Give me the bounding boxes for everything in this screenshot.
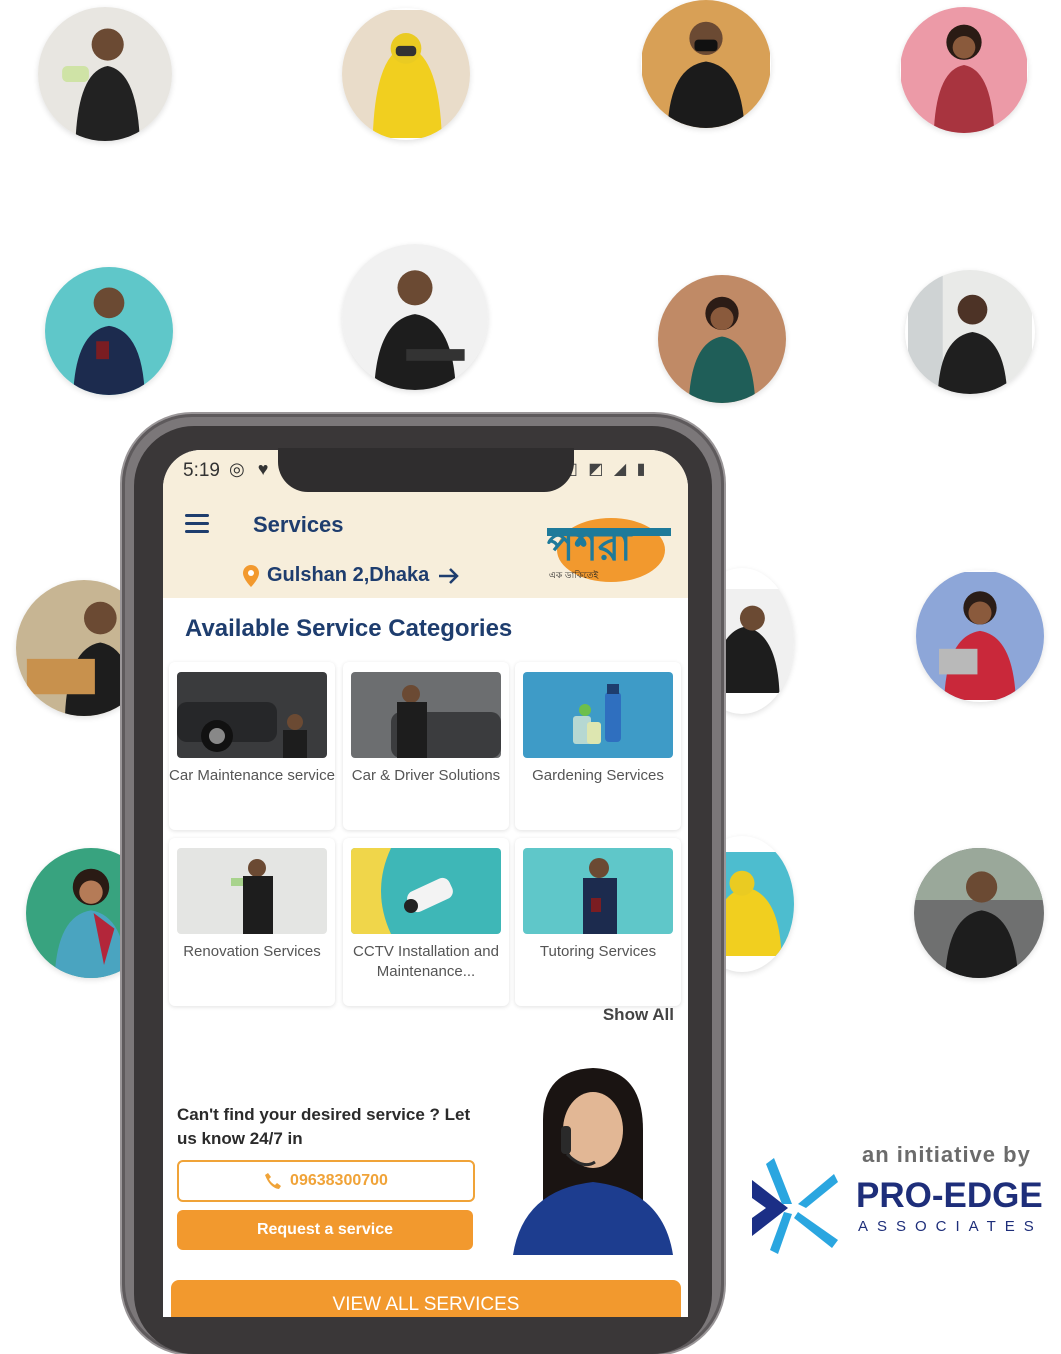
category-label: Car & Driver Solutions bbox=[351, 767, 501, 784]
show-all-link[interactable]: Show All bbox=[603, 1005, 674, 1025]
person-avatar bbox=[905, 270, 1035, 394]
call-button[interactable]: 09638300700 bbox=[177, 1160, 475, 1202]
car-driver-image bbox=[351, 672, 501, 758]
category-label: Gardening Services bbox=[532, 767, 664, 784]
category-label: Tutoring Services bbox=[539, 943, 657, 960]
hamburger-menu-icon[interactable] bbox=[185, 514, 209, 534]
instagram-twitter-icons: ◎ ♥ bbox=[229, 459, 273, 479]
page-title: Services bbox=[253, 512, 344, 537]
category-card-renovation[interactable]: Renovation Services bbox=[169, 838, 335, 1006]
company-subtitle: ASSOCIATES bbox=[858, 1218, 1043, 1235]
arrow-right-icon bbox=[439, 567, 460, 584]
request-service-button[interactable]: Request a service bbox=[177, 1210, 473, 1250]
company-name: PRO-EDGE bbox=[856, 1176, 1043, 1215]
category-label: Renovation Services bbox=[183, 943, 321, 960]
location-label: Gulshan 2,Dhaka bbox=[267, 564, 430, 586]
person-avatar bbox=[45, 267, 173, 395]
person-avatar bbox=[38, 7, 172, 141]
phone-notch bbox=[278, 448, 574, 492]
car-maintenance-image bbox=[177, 672, 327, 758]
tutoring-image bbox=[523, 848, 673, 934]
category-card-car-driver[interactable]: Car & Driver Solutions bbox=[343, 662, 509, 830]
view-all-services-button[interactable]: VIEW ALL SERVICES bbox=[171, 1280, 681, 1317]
app-screen: 5:19 ◎ ♥ ▯ ◩ ◢ ▮ Services Gulshan 2,Dhak… bbox=[163, 450, 688, 1317]
category-label: Car Maintenance service bbox=[169, 767, 335, 784]
phone-number: 09638300700 bbox=[290, 1172, 388, 1189]
category-card-gardening[interactable]: Gardening Services bbox=[515, 662, 681, 830]
person-avatar bbox=[658, 275, 786, 403]
phone-icon bbox=[265, 1173, 282, 1189]
person-avatar bbox=[641, 0, 771, 128]
category-card-car-maintenance[interactable]: Car Maintenance service bbox=[169, 662, 335, 830]
cctv-image bbox=[351, 848, 501, 934]
logo-bengali-text: পশরা bbox=[547, 524, 633, 570]
category-card-tutoring[interactable]: Tutoring Services bbox=[515, 838, 681, 1006]
signal-battery-icons: ▯ ◩ ◢ ▮ bbox=[569, 461, 649, 478]
person-avatar bbox=[342, 244, 488, 390]
gardening-image bbox=[523, 672, 673, 758]
support-agent-image bbox=[503, 1060, 683, 1255]
cta-text: Can't find your desired service ? Let us… bbox=[177, 1105, 471, 1148]
section-title: Available Service Categories bbox=[185, 615, 513, 642]
category-card-cctv[interactable]: CCTV Installation and Maintenance... bbox=[343, 838, 509, 1006]
location-selector[interactable]: Gulshan 2,Dhaka bbox=[243, 564, 461, 587]
poshora-logo: পশরা এক ডাকিতেই bbox=[541, 498, 671, 588]
pro-edge-logo-icon bbox=[748, 1158, 840, 1258]
logo-tagline: এক ডাকিতেই bbox=[549, 570, 598, 581]
renovation-image bbox=[177, 848, 327, 934]
app-header: Services Gulshan 2,Dhaka পশরা এক ডাকিতেই bbox=[163, 492, 688, 598]
initiative-text: an initiative by bbox=[862, 1142, 1031, 1167]
category-label: CCTV Installation and Maintenance... bbox=[353, 943, 499, 980]
location-pin-icon bbox=[243, 564, 259, 587]
person-avatar bbox=[900, 7, 1028, 133]
person-avatar bbox=[914, 848, 1044, 978]
person-avatar bbox=[342, 8, 470, 140]
status-time: 5:19 bbox=[183, 460, 220, 481]
person-avatar bbox=[916, 570, 1044, 702]
